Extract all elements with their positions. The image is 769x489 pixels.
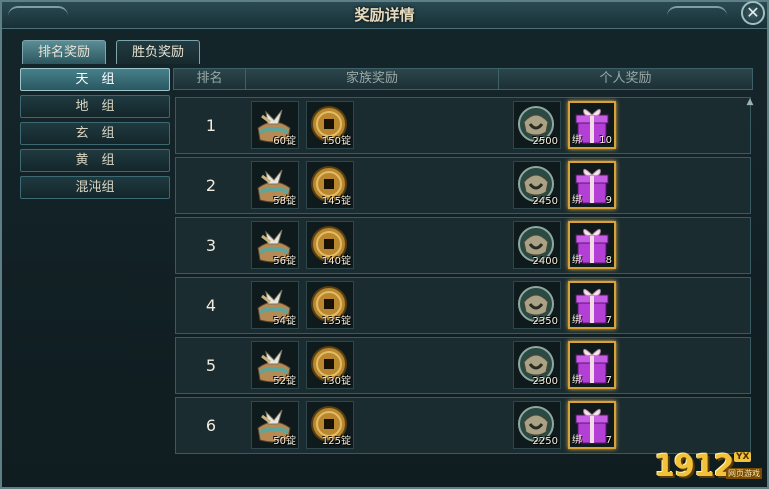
rank-number: 3 <box>205 236 217 255</box>
copper-coin-icon[interactable]: 130锭 <box>306 341 354 389</box>
logo-badge: YX <box>734 452 752 462</box>
item-quantity: 10 <box>599 135 612 146</box>
item-quantity: 58锭 <box>273 196 296 207</box>
header-personal-reward: 个人奖励 <box>599 71 652 86</box>
item-quantity: 145锭 <box>321 196 351 207</box>
item-quantity: 56锭 <box>273 256 296 267</box>
purple-gift-box-icon[interactable]: 绑7 <box>568 281 616 329</box>
table-row: 1 60锭 150锭 2500 绑 10 <box>175 97 751 154</box>
item-quantity: 50锭 <box>273 436 296 447</box>
item-quantity: 8 <box>605 255 612 266</box>
table-row: 3 56锭 140锭 2400 绑 8 <box>175 217 751 274</box>
item-quantity: 140锭 <box>321 256 351 267</box>
header-rank: 排名 <box>174 69 246 89</box>
purple-gift-box-icon[interactable]: 绑7 <box>568 341 616 389</box>
item-quantity: 60锭 <box>273 136 296 147</box>
bound-label: 绑 <box>572 375 582 386</box>
bronze-mask-icon[interactable]: 2450 <box>513 161 561 209</box>
logo-number: 1912 <box>654 449 734 484</box>
copper-coin-icon[interactable]: 150锭 <box>306 101 354 149</box>
purple-gift-box-icon[interactable]: 绑 10 <box>568 101 616 149</box>
group-item-hundun[interactable]: 混沌组 <box>20 176 170 199</box>
logo-subtitle: 网页游戏 <box>726 468 762 479</box>
item-quantity: 2350 <box>532 316 558 327</box>
bound-label: 绑 <box>572 255 582 266</box>
purple-gift-box-icon[interactable]: 绑8 <box>568 221 616 269</box>
purple-gift-box-icon[interactable]: 绑7 <box>568 401 616 449</box>
item-quantity: 2300 <box>532 376 558 387</box>
rank-number: 1 <box>205 116 217 135</box>
item-quantity: 9 <box>605 195 612 206</box>
close-icon[interactable]: ✕ <box>741 1 765 25</box>
scroll-up-icon[interactable]: ▲ <box>745 97 755 107</box>
item-quantity: 52锭 <box>273 376 296 387</box>
bound-label: 绑 <box>572 315 582 326</box>
rank-number: 5 <box>205 356 217 375</box>
group-item-di[interactable]: 地 组 <box>20 95 170 118</box>
silver-ingot-bag-icon[interactable]: 60锭 <box>251 101 299 149</box>
bronze-mask-icon[interactable]: 2250 <box>513 401 561 449</box>
silver-ingot-bag-icon[interactable]: 52锭 <box>251 341 299 389</box>
item-quantity: 54锭 <box>273 316 296 327</box>
group-item-huang[interactable]: 黄 组 <box>20 149 170 172</box>
item-quantity: 2500 <box>532 136 558 147</box>
site-logo: 1912 YX 网页游戏 <box>654 449 764 487</box>
silver-ingot-bag-icon[interactable]: 54锭 <box>251 281 299 329</box>
table-row: 5 52锭 130锭 2300 绑 7 <box>175 337 751 394</box>
purple-gift-box-icon[interactable]: 绑9 <box>568 161 616 209</box>
silver-ingot-bag-icon[interactable]: 58锭 <box>251 161 299 209</box>
group-item-tian[interactable]: 天 组 <box>20 68 170 91</box>
table-row: 6 50锭 125锭 2250 绑 7 <box>175 397 751 454</box>
table-row: 4 54锭 135锭 2350 绑 7 <box>175 277 751 334</box>
group-item-xuan[interactable]: 玄 组 <box>20 122 170 145</box>
item-quantity: 135锭 <box>321 316 351 327</box>
item-quantity: 130锭 <box>321 376 351 387</box>
silver-ingot-bag-icon[interactable]: 56锭 <box>251 221 299 269</box>
copper-coin-icon[interactable]: 140锭 <box>306 221 354 269</box>
item-quantity: 2450 <box>532 196 558 207</box>
copper-coin-icon[interactable]: 145锭 <box>306 161 354 209</box>
tab-rank-rewards[interactable]: 排名奖励 <box>22 40 106 64</box>
item-quantity: 2250 <box>532 436 558 447</box>
item-quantity: 150锭 <box>321 136 351 147</box>
table-header: 排名 家族奖励 个人奖励 <box>173 68 753 90</box>
bronze-mask-icon[interactable]: 2500 <box>513 101 561 149</box>
rank-number: 6 <box>205 416 217 435</box>
reward-details-window: 奖励详情 ✕ 排名奖励 胜负奖励 天 组 地 组 玄 组 黄 组 混沌组 排名 … <box>0 0 769 489</box>
rank-number: 4 <box>205 296 217 315</box>
silver-ingot-bag-icon[interactable]: 50锭 <box>251 401 299 449</box>
bronze-mask-icon[interactable]: 2300 <box>513 341 561 389</box>
bound-label: 绑 <box>572 435 582 446</box>
window-title: 奖励详情 <box>354 6 415 24</box>
item-quantity: 7 <box>605 435 612 446</box>
tab-win-loss-rewards[interactable]: 胜负奖励 <box>116 40 200 64</box>
table-row: 2 58锭 145锭 2450 绑 9 <box>175 157 751 214</box>
item-quantity: 7 <box>605 375 612 386</box>
rank-number: 2 <box>205 176 217 195</box>
bound-label: 绑 <box>572 135 582 146</box>
copper-coin-icon[interactable]: 135锭 <box>306 281 354 329</box>
item-quantity: 7 <box>605 315 612 326</box>
bronze-mask-icon[interactable]: 2400 <box>513 221 561 269</box>
title-bar: 奖励详情 ✕ <box>2 1 767 29</box>
bound-label: 绑 <box>572 195 582 206</box>
reward-table: 排名 家族奖励 个人奖励 1 60锭 150锭 2500 绑 10 2 58锭 145锭 2450… <box>173 68 753 460</box>
header-family-reward: 家族奖励 <box>246 69 499 89</box>
bronze-mask-icon[interactable]: 2350 <box>513 281 561 329</box>
item-quantity: 125锭 <box>321 436 351 447</box>
item-quantity: 2400 <box>532 256 558 267</box>
copper-coin-icon[interactable]: 125锭 <box>306 401 354 449</box>
